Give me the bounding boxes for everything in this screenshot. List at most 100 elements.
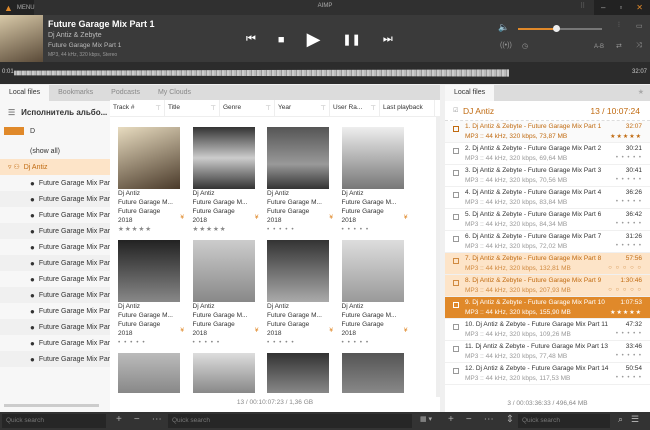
playlist-track[interactable]: 3. Dj Antiz & Zebyte - Future Garage Mix… [445, 165, 650, 187]
album-cover[interactable] [192, 353, 255, 393]
album-cover[interactable] [118, 353, 180, 393]
playlist-remove-button[interactable]: − [466, 414, 472, 425]
playlist-track[interactable]: 7. Dj Antiz & Zebyte - Future Garage Mix… [445, 253, 650, 275]
playlist-track[interactable]: 10. Dj Antiz & Zebyte - Future Garage Mi… [445, 319, 650, 341]
next-button[interactable]: ⏭ [383, 33, 393, 46]
play-button[interactable]: ▶ [307, 29, 321, 50]
album-rating[interactable]: ★★★★★ [118, 225, 180, 234]
album-card[interactable]: Dj Antiz Future Garage M... Future Garage 2… [341, 240, 408, 347]
letter-filter[interactable]: D [0, 123, 110, 139]
tree-album-item[interactable]: ● Future Garage Mix Part [0, 271, 110, 287]
tree-show-all[interactable]: (show all) [0, 143, 110, 159]
playlist-track[interactable]: 8. Dj Antiz & Zebyte - Future Garage Mix… [445, 275, 650, 297]
album-rating[interactable]: • • • • • [267, 338, 329, 347]
playlist-track[interactable]: 12. Dj Antiz & Zebyte - Future Garage Mi… [445, 363, 650, 385]
volume-slider[interactable] [518, 25, 602, 32]
track-checkbox[interactable] [453, 148, 459, 154]
tree-album-item[interactable]: ● Future Garage Mix Part [0, 207, 110, 223]
track-checkbox[interactable] [453, 236, 459, 242]
previous-button[interactable]: ⏮ [246, 33, 256, 46]
expand-icon[interactable]: ¥ [180, 326, 184, 335]
tab-bookmarks[interactable]: Bookmarks [49, 85, 102, 101]
album-cover[interactable] [267, 353, 329, 393]
track-checkbox[interactable] [453, 346, 459, 352]
equalizer-icon[interactable]: ⫶ [618, 22, 620, 30]
pause-button[interactable]: ❚❚ [342, 33, 360, 46]
playlist-track[interactable]: 11. Dj Antiz & Zebyte - Future Garage Mi… [445, 341, 650, 363]
playlist-track[interactable]: 9. Dj Antiz & Zebyte - Future Garage Mix… [445, 297, 650, 319]
playlist-more-button[interactable]: ⋯ [484, 414, 494, 425]
tree-album-item[interactable]: ● Future Garage Mix Part [0, 255, 110, 271]
album-rating[interactable]: • • • • • [118, 338, 180, 347]
column-header[interactable]: Genre ⊤ [220, 100, 275, 116]
filter-icon[interactable]: ⊤ [320, 104, 326, 112]
track-checkbox[interactable] [453, 258, 459, 264]
expand-icon[interactable]: ¥ [255, 326, 259, 335]
playlist-track[interactable]: 2. Dj Antiz & Zebyte - Future Garage Mix… [445, 143, 650, 165]
maximize-button[interactable]: ▫ [619, 3, 622, 12]
album-rating[interactable]: • • • • • [267, 225, 329, 234]
track-checkbox[interactable] [453, 324, 459, 330]
timer-icon[interactable]: ◷ [522, 42, 528, 50]
album-card[interactable]: Dj Antiz Future Garage M... Future Garage 2… [192, 240, 259, 347]
shuffle-icon[interactable]: ⤨ [636, 42, 642, 50]
expand-icon[interactable]: ¥ [329, 326, 333, 335]
close-button[interactable]: ✕ [636, 3, 643, 12]
column-header[interactable]: Track # ⊤ [110, 100, 165, 116]
column-header[interactable]: User Ra... ⊤ [330, 100, 380, 116]
ab-repeat-button[interactable]: A-B [594, 44, 604, 50]
vertical-scrollbar[interactable] [436, 117, 440, 397]
playlist-track[interactable]: 5. Dj Antiz & Zebyte - Future Garage Mix… [445, 209, 650, 231]
radio-icon[interactable]: ((•)) [500, 42, 512, 49]
grouping-selector[interactable]: ☰Исполнитель альбо...▾ [0, 101, 110, 123]
star-icon[interactable]: ★ [632, 85, 650, 101]
track-checkbox[interactable] [453, 214, 459, 220]
album-rating[interactable]: ★★★★★ [193, 225, 255, 234]
expand-icon[interactable]: ¥ [180, 213, 184, 222]
playlist-add-button[interactable]: + [448, 414, 454, 425]
playlist-tab[interactable]: Local files [445, 85, 495, 101]
album-card[interactable]: Dj Antiz Future Garage M... Future Garage 2… [118, 127, 184, 234]
minimize-button[interactable]: – [601, 3, 605, 12]
search-icon[interactable]: ⌕ [618, 414, 623, 425]
tree-album-item[interactable]: ● Future Garage Mix Part [0, 191, 110, 207]
album-card[interactable]: Dj Antiz Future Garage M... Future Garage 2… [267, 240, 333, 347]
column-header[interactable]: Last playback [380, 100, 435, 116]
filter-icon[interactable]: ⊤ [155, 104, 161, 112]
tab-my-clouds[interactable]: My Clouds [149, 85, 200, 101]
album-rating[interactable]: • • • • • [342, 338, 404, 347]
playlist-track[interactable]: 1. Dj Antiz & Zebyte - Future Garage Mix… [445, 121, 650, 143]
add-button[interactable]: + [116, 414, 122, 425]
tree-album-item[interactable]: ● Future Garage Mix Part [0, 303, 110, 319]
album-card[interactable]: Dj Antiz Future Garage M... Future Garage 2… [192, 127, 259, 234]
library-tree-search[interactable]: Quick search [2, 414, 106, 428]
mini-mode-icon[interactable]: ⠿ [580, 2, 585, 10]
playlist-track[interactable]: 4. Dj Antiz & Zebyte - Future Garage Mix… [445, 187, 650, 209]
remove-button[interactable]: − [134, 414, 140, 425]
album-rating[interactable]: • • • • • [342, 225, 404, 234]
visualization-icon[interactable]: ▭ [636, 22, 643, 30]
tree-album-item[interactable]: ● Future Garage Mix Part [0, 223, 110, 239]
tree-album-item[interactable]: ● Future Garage Mix Part [0, 175, 110, 191]
album-card[interactable]: Dj Antiz Future Garage M... Future Garage 2… [267, 127, 333, 234]
expand-icon[interactable]: ¥ [404, 213, 408, 222]
track-checkbox[interactable] [453, 368, 459, 374]
tab-local-files[interactable]: Local files [0, 85, 50, 101]
playlist-track[interactable]: 6. Dj Antiz & Zebyte - Future Garage Mix… [445, 231, 650, 253]
filter-icon[interactable]: ⊤ [265, 104, 271, 112]
stop-button[interactable]: ■ [278, 34, 285, 46]
tree-album-item[interactable]: ● Future Garage Mix Part [0, 239, 110, 255]
more-button[interactable]: ⋯ [152, 414, 162, 425]
filter-icon[interactable]: ⊤ [210, 104, 216, 112]
tree-album-item[interactable]: ● Future Garage Mix Part [0, 287, 110, 303]
album-rating[interactable]: • • • • • [193, 338, 255, 347]
menu-icon[interactable]: ☰ [631, 414, 639, 425]
album-card[interactable]: Dj Antiz Future Garage M... Future Garage 2… [118, 240, 184, 347]
tree-album-item[interactable]: ● Future Garage Mix Part [0, 335, 110, 351]
sort-icon[interactable]: ⇕ [506, 414, 514, 425]
repeat-icon[interactable]: ⇄ [616, 42, 622, 50]
expand-icon[interactable]: ¥ [404, 326, 408, 335]
column-header[interactable]: Year ⊤ [275, 100, 330, 116]
volume-icon[interactable]: 🔈 [498, 22, 509, 33]
tab-podcasts[interactable]: Podcasts [102, 85, 149, 101]
